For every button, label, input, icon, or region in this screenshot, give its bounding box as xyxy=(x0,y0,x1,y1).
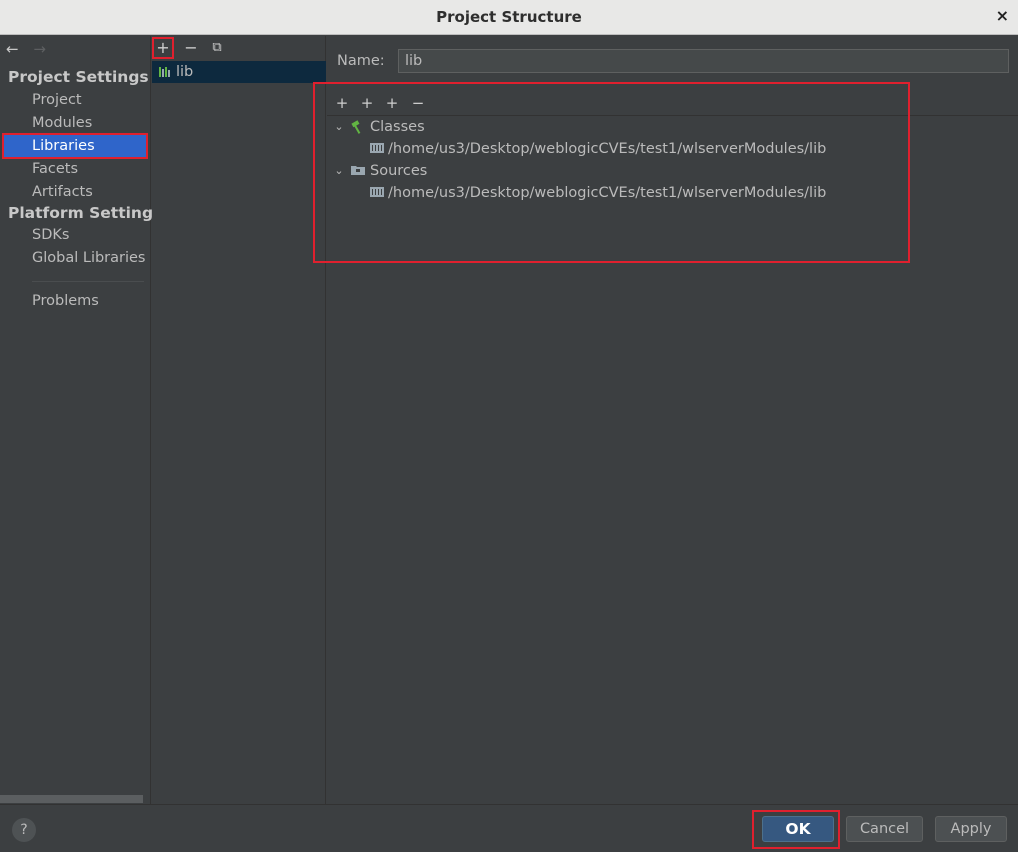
nav-item-artifacts[interactable]: Artifacts xyxy=(4,181,146,203)
name-label: Name: xyxy=(337,53,385,69)
ok-highlight-box xyxy=(752,810,840,849)
remove-library-button[interactable]: − xyxy=(180,37,202,59)
nav-arrows: ← → xyxy=(6,40,56,58)
apply-button[interactable]: Apply xyxy=(935,816,1007,842)
close-icon[interactable]: × xyxy=(996,6,1009,25)
library-list-item[interactable]: lib xyxy=(152,61,326,83)
window-title: Project Structure xyxy=(436,8,582,26)
library-name: lib xyxy=(176,64,194,80)
library-detail-panel: Name: lib + + + − ⌄ Classes /home/us3/De… xyxy=(313,36,1018,804)
libraries-toolbar: + − ⧉ xyxy=(152,36,326,60)
roots-highlight-box xyxy=(313,82,910,263)
add-library-button[interactable]: + xyxy=(152,37,174,59)
nav-item-problems[interactable]: Problems xyxy=(4,290,146,312)
forward-arrow-icon[interactable]: → xyxy=(33,40,46,58)
nav-item-project[interactable]: Project xyxy=(4,89,146,111)
project-settings-heading: Project Settings xyxy=(8,68,149,86)
platform-settings-heading: Platform Settings xyxy=(8,204,163,222)
nav-item-modules[interactable]: Modules xyxy=(4,112,146,134)
settings-nav: ← → Project Settings Project Modules Lib… xyxy=(0,36,162,804)
nav-item-sdks[interactable]: SDKs xyxy=(4,224,146,246)
library-name-field[interactable]: lib xyxy=(398,49,1009,73)
help-button[interactable]: ? xyxy=(12,818,36,842)
cancel-button[interactable]: Cancel xyxy=(846,816,923,842)
library-icon xyxy=(159,67,170,77)
dialog-footer: ? OK Cancel Apply xyxy=(0,804,1018,852)
nav-horizontal-scrollbar[interactable] xyxy=(0,795,143,803)
nav-item-facets[interactable]: Facets xyxy=(4,158,146,180)
back-arrow-icon[interactable]: ← xyxy=(6,40,19,58)
nav-item-global-libraries[interactable]: Global Libraries xyxy=(4,247,146,269)
libraries-panel: + − ⧉ lib xyxy=(152,36,326,804)
title-bar: Project Structure × xyxy=(0,0,1018,35)
copy-library-button[interactable]: ⧉ xyxy=(206,37,228,59)
nav-divider xyxy=(32,281,144,282)
nav-item-libraries[interactable]: Libraries xyxy=(2,133,148,159)
